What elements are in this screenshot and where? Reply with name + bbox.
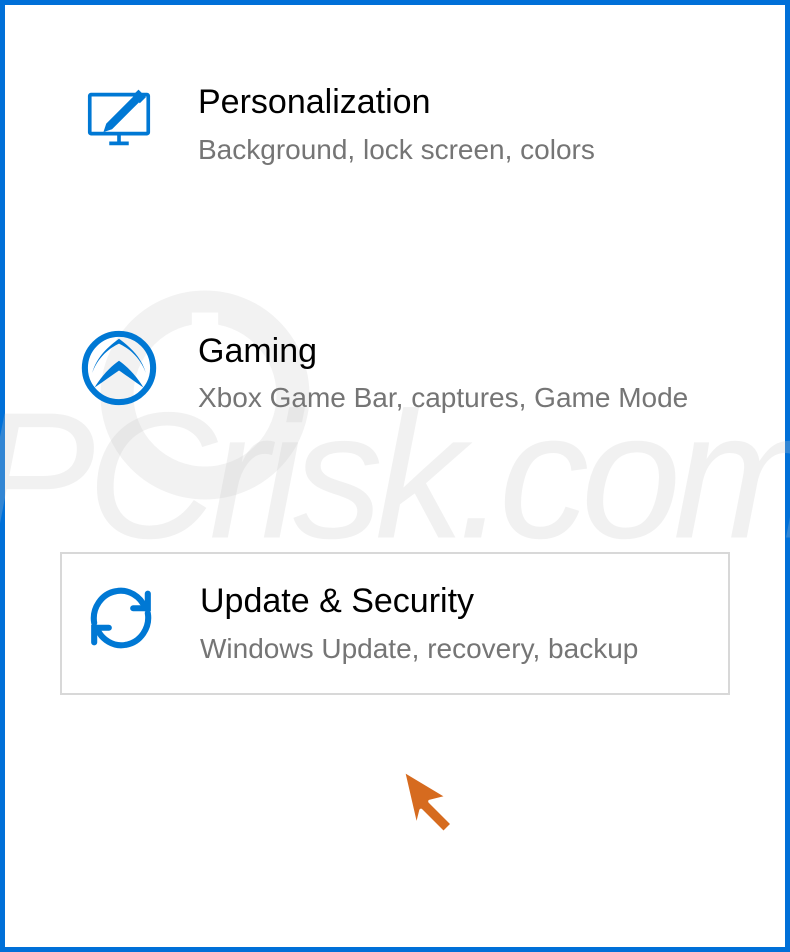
gaming-icon (80, 329, 158, 407)
settings-item-personalization[interactable]: Personalization Background, lock screen,… (60, 55, 730, 194)
item-description: Background, lock screen, colors (198, 131, 595, 169)
update-security-icon (82, 579, 160, 657)
item-title: Gaming (198, 331, 688, 372)
settings-window-frame: PCrisk.com Personalization Background, l… (0, 0, 790, 952)
settings-item-gaming[interactable]: Gaming Xbox Game Bar, captures, Game Mod… (60, 304, 730, 443)
item-title: Personalization (198, 82, 595, 123)
item-description: Windows Update, recovery, backup (200, 630, 638, 668)
cursor-pointer-icon (385, 752, 475, 842)
personalization-icon (80, 80, 158, 158)
settings-list: Personalization Background, lock screen,… (5, 5, 785, 745)
item-text-container: Personalization Background, lock screen,… (198, 80, 595, 169)
settings-item-update-security[interactable]: Update & Security Windows Update, recove… (60, 552, 730, 695)
item-title: Update & Security (200, 581, 638, 622)
item-description: Xbox Game Bar, captures, Game Mode (198, 379, 688, 417)
item-text-container: Update & Security Windows Update, recove… (200, 579, 638, 668)
item-text-container: Gaming Xbox Game Bar, captures, Game Mod… (198, 329, 688, 418)
